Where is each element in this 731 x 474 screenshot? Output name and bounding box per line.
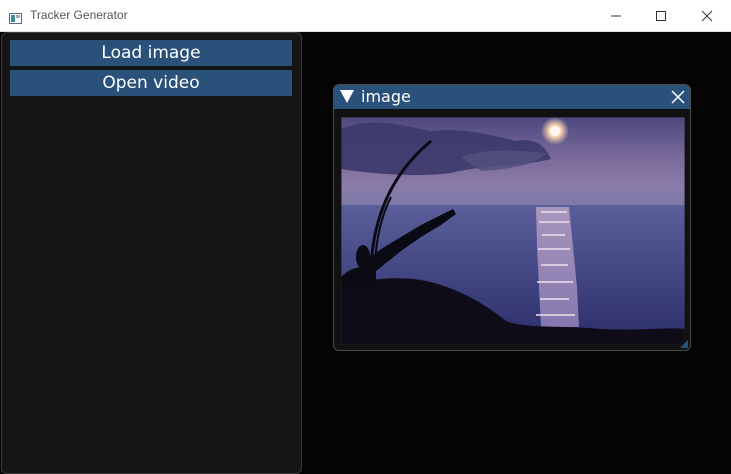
close-button[interactable] — [684, 0, 730, 31]
minimize-button[interactable] — [593, 0, 639, 31]
window-close-icon[interactable] — [670, 89, 686, 105]
collapse-triangle-icon[interactable] — [340, 90, 354, 103]
sunset-photo — [341, 117, 685, 345]
load-image-button[interactable]: Load image — [10, 40, 292, 66]
maximize-button[interactable] — [638, 0, 684, 31]
image-window-title: image — [361, 87, 411, 106]
app-icon — [9, 9, 22, 24]
close-icon — [701, 10, 713, 22]
resize-grip-icon[interactable] — [680, 340, 688, 348]
title-bar: Tracker Generator — [0, 0, 731, 32]
minimize-icon — [611, 15, 621, 17]
maximize-icon — [656, 11, 666, 21]
image-window-header[interactable]: image — [334, 85, 690, 109]
control-panel: Load image Open video — [1, 32, 302, 474]
window-title: Tracker Generator — [30, 8, 128, 22]
open-video-button[interactable]: Open video — [10, 70, 292, 96]
image-window[interactable]: image — [333, 84, 691, 351]
